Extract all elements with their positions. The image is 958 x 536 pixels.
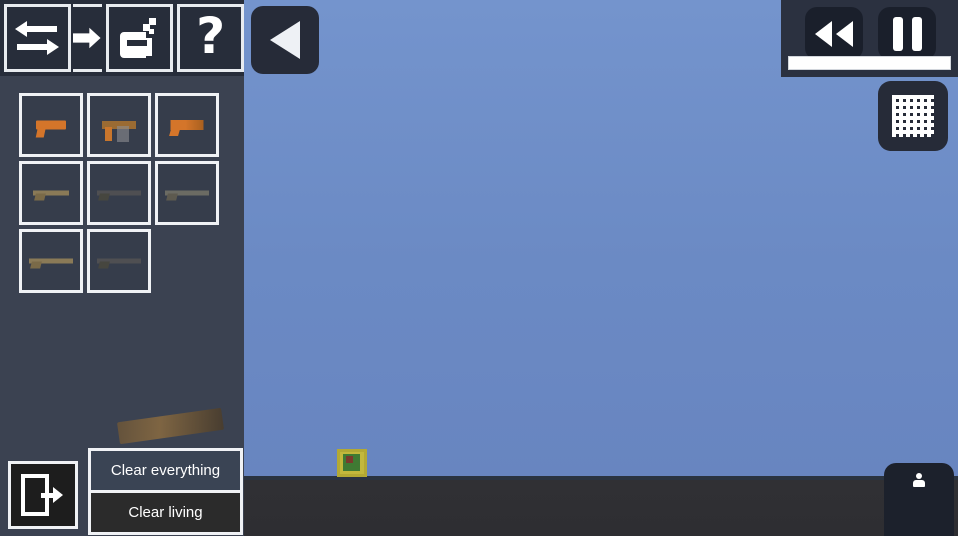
spawn-character-button[interactable]	[884, 463, 954, 536]
swap-icon	[15, 21, 60, 55]
exit-icon	[21, 474, 63, 516]
shotgun-icon	[29, 258, 73, 264]
weapon-slot-pistol[interactable]	[19, 93, 83, 157]
left-sidebar: ? Clear everything Clear living	[0, 0, 245, 536]
weapon-inventory-grid	[19, 93, 239, 293]
triangle-left-icon	[270, 21, 300, 59]
clear-actions-panel: Clear everything Clear living	[88, 448, 243, 535]
weapon-slot-sawed-off[interactable]	[155, 93, 219, 157]
pause-button[interactable]	[878, 7, 936, 60]
weapon-slot-sniper[interactable]	[155, 161, 219, 225]
game-screen: ? Clear everything Clear living	[0, 0, 958, 536]
carbine-icon	[33, 190, 69, 196]
speed-slider[interactable]	[788, 56, 951, 70]
help-button[interactable]: ?	[177, 4, 245, 72]
weapon-slot-shotgun[interactable]	[19, 229, 83, 293]
exit-button[interactable]	[8, 461, 78, 529]
smg-icon	[102, 121, 136, 142]
sawed-off-icon	[170, 120, 204, 130]
arrow-right-icon	[72, 27, 101, 49]
clear-living-button[interactable]: Clear living	[91, 490, 240, 532]
next-button[interactable]	[72, 4, 103, 72]
rifle-icon	[97, 190, 141, 196]
weapon-slot-carbine[interactable]	[19, 161, 83, 225]
collapse-panel-button[interactable]	[251, 6, 319, 74]
rewind-button[interactable]	[805, 7, 863, 60]
clear-everything-button[interactable]: Clear everything	[91, 451, 240, 490]
background-weapon-sprite	[116, 407, 225, 445]
grid-icon	[892, 95, 934, 137]
crate-object[interactable]	[337, 449, 367, 477]
sniper-icon	[165, 190, 209, 196]
weapon-slot-smg[interactable]	[87, 93, 151, 157]
sidebar-toolbar: ?	[0, 0, 245, 76]
rewind-icon	[815, 20, 853, 47]
pistol-icon	[36, 120, 66, 130]
toggle-grid-button[interactable]	[878, 81, 948, 151]
swap-button[interactable]	[4, 4, 71, 72]
lmg-icon	[97, 258, 141, 264]
question-mark-icon: ?	[196, 7, 226, 65]
playback-controls	[781, 0, 958, 77]
pause-icon	[892, 16, 922, 51]
weapon-slot-lmg[interactable]	[87, 229, 151, 293]
weapon-slot-rifle[interactable]	[87, 161, 151, 225]
person-icon	[913, 473, 925, 489]
paint-button[interactable]	[106, 4, 174, 72]
spray-can-icon	[119, 18, 156, 58]
